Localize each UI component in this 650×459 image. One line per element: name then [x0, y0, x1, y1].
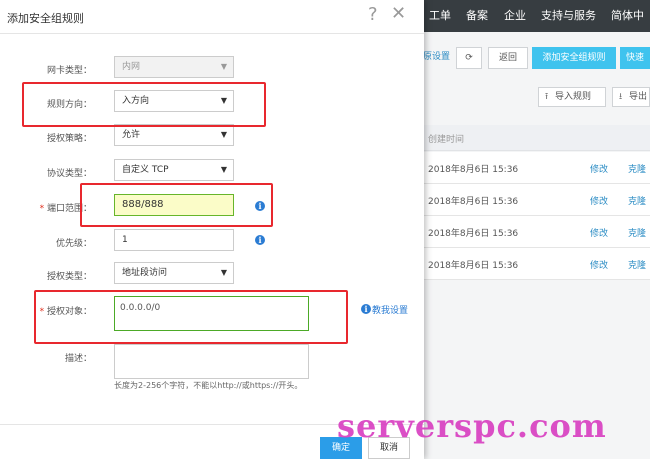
- edit-link[interactable]: 修改: [590, 226, 608, 239]
- chevron-down-icon: ▼: [220, 165, 227, 174]
- dialog-title: 添加安全组规则: [7, 12, 84, 25]
- required-icon: *: [39, 204, 47, 214]
- table-row: 2018年8月6日 15:36 修改 克隆: [424, 216, 650, 248]
- nav-item-language[interactable]: 简体中文: [611, 0, 650, 54]
- port-range-label: * 端口范围：: [0, 201, 92, 214]
- row-time: 2018年8月6日 15:36: [428, 165, 519, 175]
- export-rules-label: 导出: [629, 92, 648, 102]
- refresh-button[interactable]: ⟳: [456, 47, 482, 69]
- edit-link[interactable]: 修改: [590, 162, 608, 175]
- add-security-rule-button[interactable]: 添加安全组规则: [532, 47, 616, 69]
- info-icon[interactable]: i: [361, 304, 371, 314]
- close-icon[interactable]: ✕: [391, 3, 406, 24]
- nav-item-ticket[interactable]: 工单: [429, 0, 451, 32]
- row-time: 2018年8月6日 15:36: [428, 229, 519, 239]
- clone-link[interactable]: 克隆: [628, 226, 646, 239]
- column-created-time: 创建时间: [428, 135, 465, 145]
- import-rules-label: 导入规则: [555, 92, 592, 102]
- priority-label: 优先级：: [55, 239, 92, 249]
- export-rules-button[interactable]: ⭳ 导出: [612, 87, 650, 107]
- protocol-label: 协议类型：: [46, 169, 92, 179]
- add-security-rule-dialog: 添加安全组规则 ? ✕ 网卡类型： 内网 ▼ 规则方向： 入方向 ▼ 授权策略：…: [0, 0, 424, 459]
- protocol-select[interactable]: 自定义 TCP ▼: [114, 159, 234, 181]
- edit-link[interactable]: 修改: [590, 258, 608, 271]
- row-time: 2018年8月6日 15:36: [428, 197, 519, 207]
- description-label: 描述：: [64, 354, 92, 364]
- rules-table-header: 创建时间: [424, 125, 650, 151]
- policy-select[interactable]: 允许 ▼: [114, 124, 234, 146]
- auth-type-select[interactable]: 地址段访问 ▼: [114, 262, 234, 284]
- quick-add-button[interactable]: 快速: [620, 47, 650, 69]
- highlight-box: [34, 290, 348, 344]
- table-row: 2018年8月6日 15:36 修改 克隆: [424, 184, 650, 216]
- policy-label: 授权策略：: [46, 134, 92, 144]
- chevron-down-icon: ▼: [220, 62, 227, 71]
- clone-link[interactable]: 克隆: [628, 162, 646, 175]
- description-input[interactable]: [114, 344, 309, 379]
- chevron-down-icon: ▼: [220, 268, 227, 277]
- dialog-header: 添加安全组规则 ? ✕: [0, 0, 424, 34]
- chevron-down-icon: ▼: [220, 130, 227, 139]
- edit-link[interactable]: 修改: [590, 194, 608, 207]
- description-hint: 长度为2-256个字符，不能以http://或https://开头。: [114, 381, 303, 390]
- table-row: 2018年8月6日 15:36 修改 克隆: [424, 248, 650, 280]
- nav-item-support[interactable]: 支持与服务: [541, 0, 596, 32]
- clone-link[interactable]: 克隆: [628, 194, 646, 207]
- clone-link[interactable]: 克隆: [628, 258, 646, 271]
- priority-value: 1: [122, 235, 128, 245]
- refresh-icon: ⟳: [465, 53, 473, 63]
- nav-item-enterprise[interactable]: 企业: [504, 0, 526, 32]
- highlight-box: [80, 183, 273, 227]
- auth-type-value: 地址段访问: [122, 268, 168, 278]
- download-icon: ⭳: [619, 92, 623, 102]
- table-row: 2018年8月6日 15:36 修改 克隆: [424, 152, 650, 184]
- priority-input[interactable]: 1: [114, 229, 234, 251]
- protocol-value: 自定义 TCP: [122, 165, 169, 175]
- nic-type-label: 网卡类型：: [46, 66, 92, 76]
- help-icon[interactable]: ?: [368, 4, 378, 25]
- upload-icon: ⭱: [545, 92, 549, 102]
- highlight-box: [22, 82, 266, 127]
- nic-type-value: 内网: [122, 62, 141, 72]
- row-time: 2018年8月6日 15:36: [428, 261, 519, 271]
- info-icon[interactable]: i: [255, 235, 265, 245]
- back-button[interactable]: 返回: [488, 47, 528, 69]
- policy-value: 允许: [122, 130, 141, 140]
- teach-me-link[interactable]: 教我设置: [372, 303, 408, 316]
- nav-item-filing[interactable]: 备案: [466, 0, 488, 32]
- watermark: serverspc.com: [337, 407, 607, 445]
- nic-type-select: 内网 ▼: [114, 56, 234, 78]
- auth-type-label: 授权类型：: [46, 272, 92, 282]
- import-rules-button[interactable]: ⭱ 导入规则: [538, 87, 606, 107]
